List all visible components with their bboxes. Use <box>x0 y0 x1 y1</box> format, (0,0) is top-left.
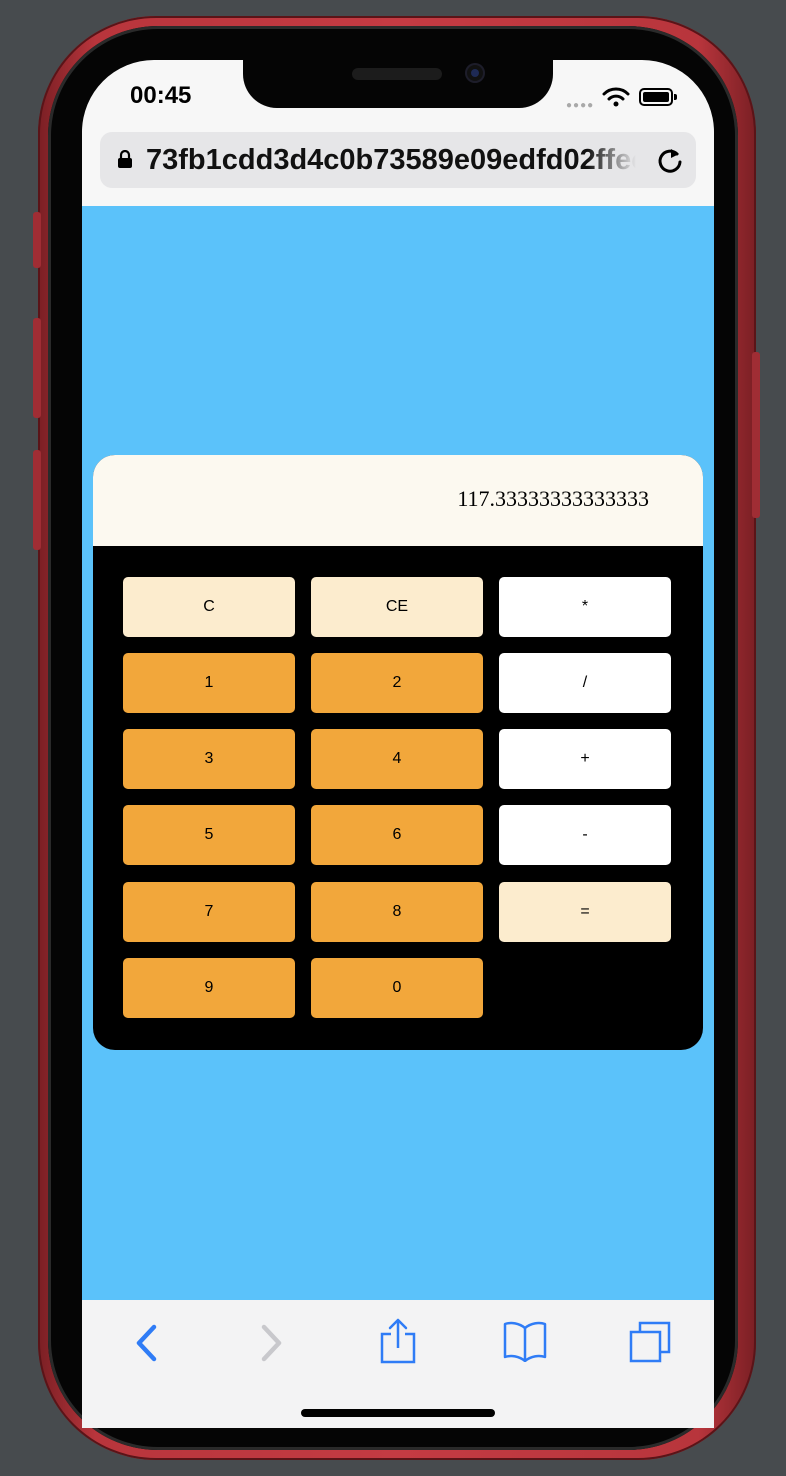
back-icon[interactable] <box>134 1324 160 1362</box>
equals-button[interactable]: = <box>499 882 671 942</box>
url-text[interactable]: 73fb1cdd3d4c0b73589e09edfd02ffec <box>146 144 636 177</box>
clear-entry-button[interactable]: CE <box>311 577 483 637</box>
share-icon[interactable] <box>379 1318 417 1364</box>
mute-switch <box>33 212 41 268</box>
home-indicator[interactable] <box>301 1409 495 1417</box>
calculator-display: 117.33333333333333 <box>93 455 703 546</box>
digit-7-button[interactable]: 7 <box>123 882 295 942</box>
address-bar[interactable]: 73fb1cdd3d4c0b73589e09edfd02ffec <box>100 132 696 188</box>
clear-button[interactable]: C <box>123 577 295 637</box>
front-camera <box>465 63 485 83</box>
wifi-icon <box>602 87 630 107</box>
minus-button[interactable]: - <box>499 805 671 865</box>
digit-0-button[interactable]: 0 <box>311 958 483 1018</box>
digit-5-button[interactable]: 5 <box>123 805 295 865</box>
digit-1-button[interactable]: 1 <box>123 653 295 713</box>
tabs-icon[interactable] <box>628 1320 672 1364</box>
digit-9-button[interactable]: 9 <box>123 958 295 1018</box>
display-value: 117.33333333333333 <box>457 486 649 511</box>
digit-8-button[interactable]: 8 <box>311 882 483 942</box>
digit-3-button[interactable]: 3 <box>123 729 295 789</box>
multiply-button[interactable]: * <box>499 577 671 637</box>
digit-6-button[interactable]: 6 <box>311 805 483 865</box>
lock-icon <box>118 150 132 168</box>
power-button <box>752 352 760 518</box>
volume-down-button <box>33 450 41 550</box>
divide-button[interactable]: / <box>499 653 671 713</box>
volume-up-button <box>33 318 41 418</box>
plus-button[interactable]: + <box>499 729 671 789</box>
forward-icon[interactable] <box>258 1324 284 1362</box>
cellular-signal-icon: ●●●● <box>566 100 595 111</box>
calculator: 117.33333333333333 C CE * 1 2 / 3 4 + 5 … <box>93 455 703 1050</box>
speaker-grille <box>352 68 442 80</box>
digit-2-button[interactable]: 2 <box>311 653 483 713</box>
reload-icon[interactable] <box>655 144 685 176</box>
bookmarks-icon[interactable] <box>502 1320 548 1362</box>
battery-icon <box>639 88 677 106</box>
digit-4-button[interactable]: 4 <box>311 729 483 789</box>
web-page: 117.33333333333333 C CE * 1 2 / 3 4 + 5 … <box>82 206 714 1300</box>
status-time: 00:45 <box>130 82 192 109</box>
